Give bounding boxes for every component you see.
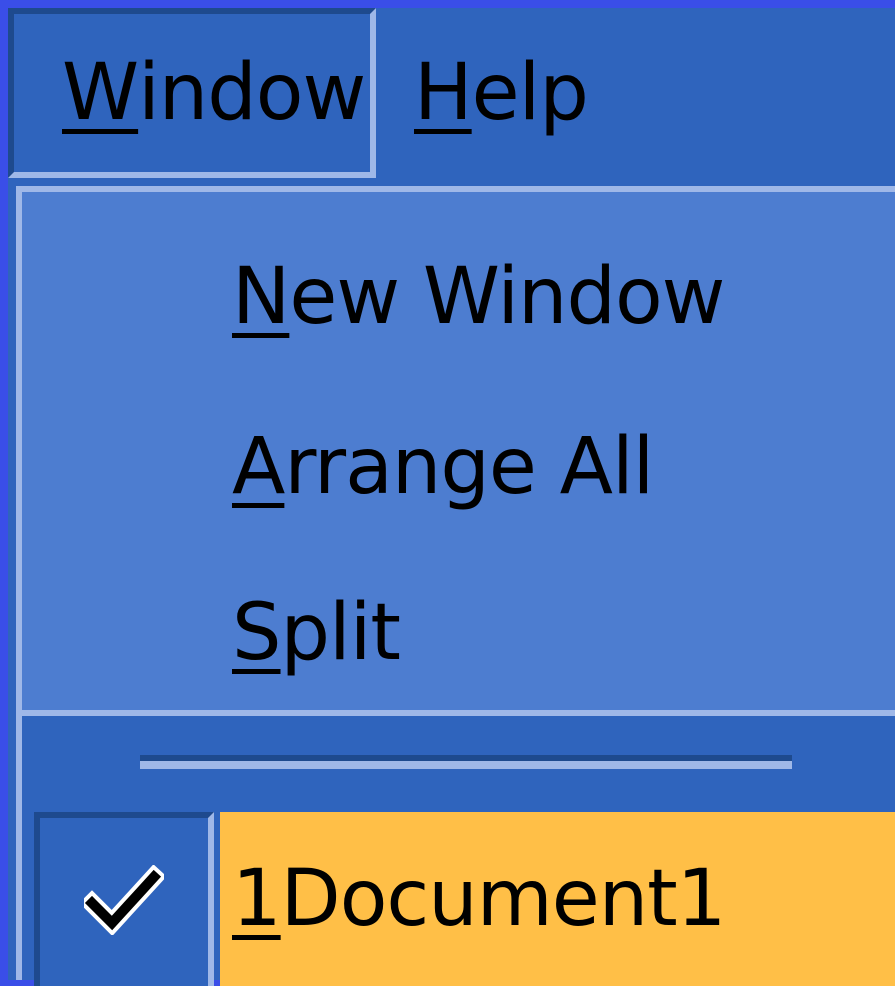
menu-item-arrange-all-label: rrange All bbox=[284, 422, 654, 512]
menu-separator bbox=[140, 755, 792, 769]
menu-window-mnemonic: W bbox=[62, 48, 139, 138]
menu-item-new-window-mnemonic: N bbox=[232, 252, 290, 342]
menu-item-new-window[interactable]: New Window bbox=[232, 242, 725, 352]
menu-help[interactable]: Help bbox=[408, 8, 608, 178]
window-menu-dropdown: New Window Arrange All Split 1 Document1 bbox=[16, 186, 895, 986]
menu-window[interactable]: Window bbox=[8, 8, 376, 178]
menu-item-document1-label: Document1 bbox=[280, 854, 727, 944]
window-menu-commands: New Window Arrange All Split bbox=[22, 192, 895, 716]
menu-window-label: indow bbox=[138, 48, 366, 138]
menu-item-arrange-all-mnemonic: A bbox=[232, 422, 285, 512]
menu-item-new-window-label: ew Window bbox=[289, 252, 725, 342]
menu-item-document1[interactable]: 1 Document1 bbox=[220, 812, 895, 986]
menu-help-label: elp bbox=[471, 48, 589, 138]
menu-item-split-label: plit bbox=[280, 588, 401, 678]
check-icon bbox=[79, 864, 167, 939]
menu-bar: Window Help bbox=[8, 8, 895, 186]
menu-item-split-mnemonic: S bbox=[232, 588, 282, 678]
menu-help-mnemonic: H bbox=[414, 48, 473, 138]
menu-item-document1-mnemonic: 1 bbox=[232, 854, 282, 944]
menu-item-split[interactable]: Split bbox=[232, 578, 401, 688]
document-check-cell bbox=[34, 812, 214, 986]
menu-item-arrange-all[interactable]: Arrange All bbox=[232, 412, 654, 522]
